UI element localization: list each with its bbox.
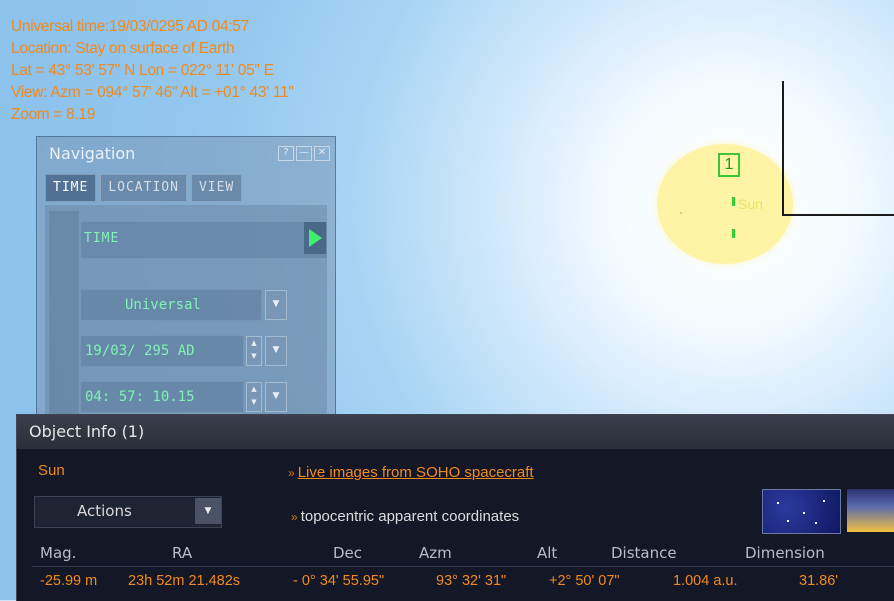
surface-spot <box>680 212 682 214</box>
navigation-tabs: TIME LOCATION VIEW <box>45 174 243 202</box>
date-spinner[interactable]: ▲ ▼ <box>246 336 262 366</box>
tab-view[interactable]: VIEW <box>190 174 243 202</box>
tab-location[interactable]: LOCATION <box>100 174 187 202</box>
object-table-header: Mag. RA Dec Azm Alt Distance Dimension <box>40 544 855 562</box>
coordinates-mode-label: topocentric apparent coordinates <box>300 508 520 525</box>
hud-info: Universal time:19/03/0295 AD 04:57 Locat… <box>11 16 294 126</box>
sun-label: Sun <box>738 196 763 212</box>
minimize-icon[interactable]: — <box>296 146 312 161</box>
col-ra: RA <box>172 544 193 562</box>
time-section-label: TIME <box>84 231 120 246</box>
col-dimension: Dimension <box>745 544 825 562</box>
time-dropdown-icon[interactable]: ▼ <box>265 382 287 412</box>
hud-view: View: Azm = 094° 57' 46" Alt = +01° 43' … <box>11 84 294 101</box>
object-marker[interactable]: 1 <box>718 153 740 177</box>
time-field[interactable]: 04: 57: 10.15 <box>80 381 244 413</box>
val-alt: +2° 50' 07" <box>549 573 620 589</box>
close-icon[interactable]: ✕ <box>314 146 330 161</box>
time-value: 04: 57: 10.15 <box>85 389 195 405</box>
val-ra: 23h 52m 21.482s <box>128 573 241 589</box>
pointer-line-horizontal <box>782 214 894 216</box>
timezone-select[interactable]: Universal <box>80 289 262 321</box>
hud-location: Location: Stay on surface of Earth <box>11 40 235 57</box>
coords-arrow-icon: » <box>291 510 298 524</box>
actions-dropdown[interactable]: Actions ▼ <box>34 496 222 528</box>
col-distance: Distance <box>611 544 677 562</box>
val-dimension: 31.86' <box>799 573 839 589</box>
val-distance: 1.004 a.u. <box>673 573 738 589</box>
col-mag: Mag. <box>40 544 77 562</box>
window-controls: ? — ✕ <box>278 146 330 161</box>
time-spinner[interactable]: ▲ ▼ <box>246 382 262 412</box>
live-images-link[interactable]: » Live images from SOHO spacecraft <box>288 464 534 481</box>
navigation-title: Navigation <box>49 144 136 163</box>
date-dropdown-icon[interactable]: ▼ <box>265 336 287 366</box>
col-dec: Dec <box>333 544 363 562</box>
coordinates-mode[interactable]: » topocentric apparent coordinates <box>291 508 519 525</box>
object-table-row: -25.99 m 23h 52m 21.482s - 0° 34' 55.95"… <box>40 573 859 589</box>
marker-tick-top <box>732 197 735 206</box>
live-images-link-text[interactable]: Live images from SOHO spacecraft <box>298 464 534 481</box>
date-value: 19/03/ 295 AD <box>85 343 195 359</box>
link-arrow-icon: » <box>288 466 295 480</box>
actions-label: Actions <box>77 502 132 520</box>
sunrise-thumbnail-button[interactable] <box>847 489 894 532</box>
object-name: Sun <box>38 462 65 479</box>
chevron-down-icon[interactable]: ▼ <box>195 498 221 524</box>
hud-latlon: Lat = 43° 53' 57" N Lon = 022° 11' 05" E <box>11 62 274 79</box>
object-info-title: Object Info (1) <box>17 415 894 449</box>
timezone-dropdown-icon[interactable]: ▼ <box>265 290 287 320</box>
timezone-value: Universal <box>125 297 201 313</box>
navigation-panel: Navigation ? — ✕ TIME LOCATION VIEW <box>36 136 336 418</box>
table-divider <box>32 566 894 567</box>
sky-thumbnail-button[interactable] <box>762 489 841 534</box>
val-mag: -25.99 m <box>40 573 98 589</box>
help-icon[interactable]: ? <box>278 146 294 161</box>
col-azm: Azm <box>419 544 452 562</box>
val-azm: 93° 32' 31" <box>436 573 507 589</box>
hud-zoom: Zoom = 8.19 <box>11 106 96 123</box>
navigation-scroll-strip[interactable] <box>49 211 79 417</box>
col-alt: Alt <box>537 544 558 562</box>
play-icon[interactable] <box>304 222 326 254</box>
date-field[interactable]: 19/03/ 295 AD <box>80 335 244 367</box>
hud-time: Universal time:19/03/0295 AD 04:57 <box>11 18 249 35</box>
val-dec: - 0° 34' 55.95" <box>293 573 385 589</box>
marker-tick-bottom <box>732 229 735 238</box>
tab-time[interactable]: TIME <box>45 174 97 202</box>
pointer-line-vertical <box>782 81 784 215</box>
